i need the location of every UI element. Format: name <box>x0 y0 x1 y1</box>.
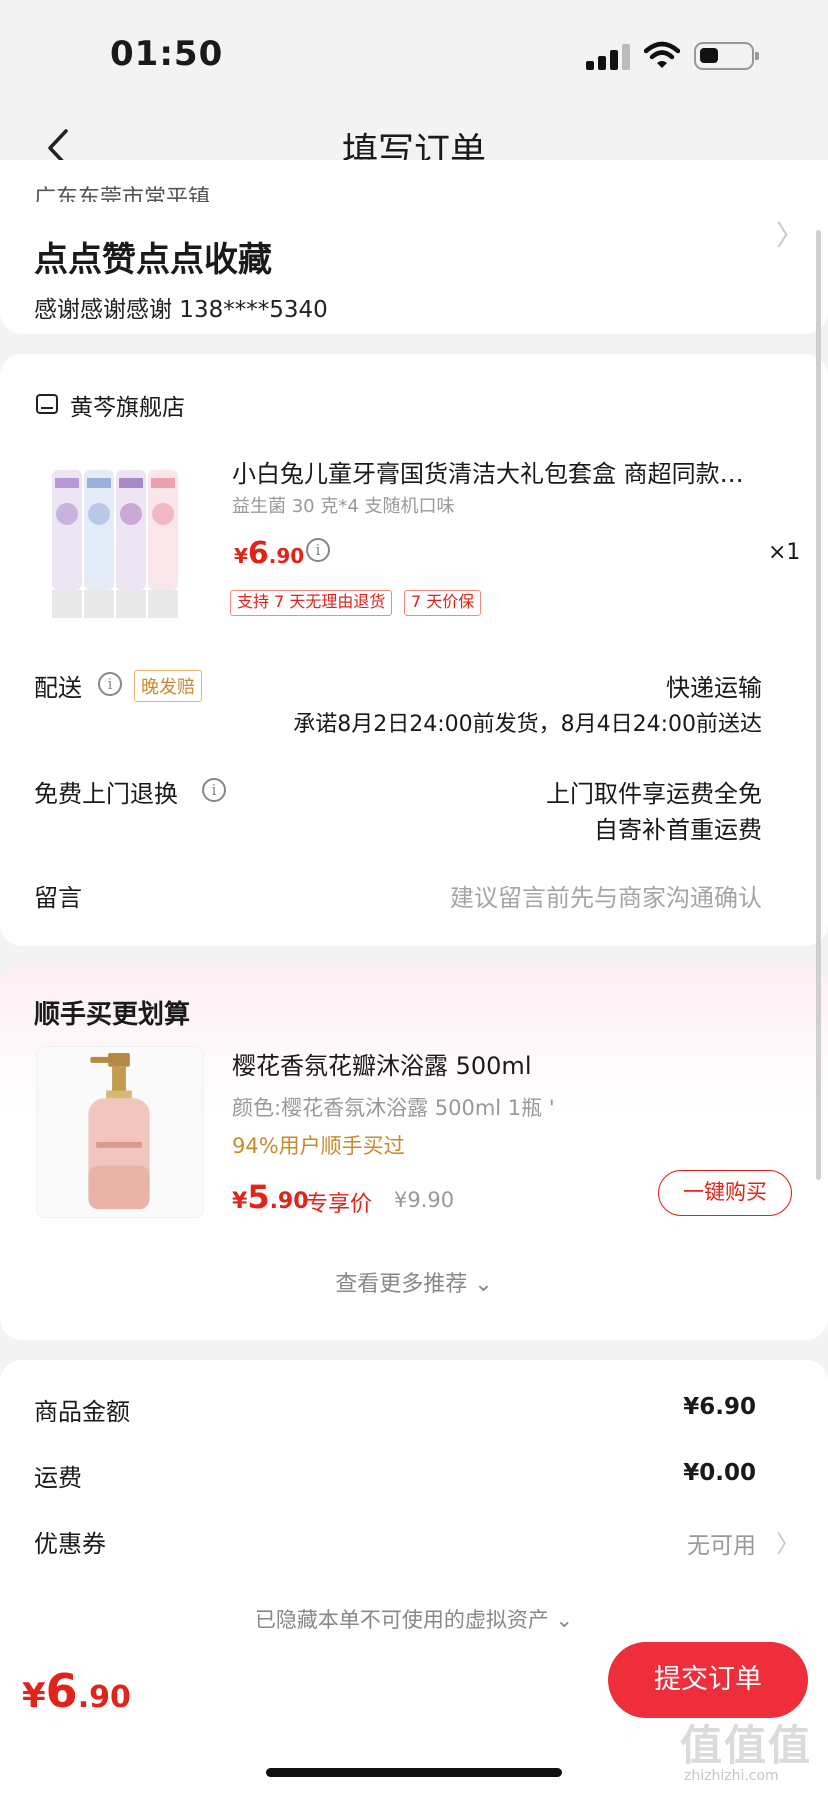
delivery-promise: 承诺8月2日24:00前发货，8月4日24:00前送达 <box>293 712 762 737</box>
see-more-label: 查看更多推荐 <box>335 1272 468 1297</box>
upsell-title: 顺手买更划算 <box>34 1000 191 1030</box>
summary-label-goods: 商品金额 <box>34 1398 130 1426</box>
chevron-down-icon: ⌄ <box>555 1608 574 1632</box>
product-image[interactable] <box>46 456 186 626</box>
upsell-name[interactable]: 樱花香氛花瓣沐浴露 500ml <box>232 1046 531 1081</box>
message-label: 留言 <box>34 884 82 912</box>
summary-label-shipping: 运费 <box>34 1464 82 1492</box>
late-compensation-badge: 晚发赔 <box>134 670 202 702</box>
summary-value-shipping: ¥0.00 <box>683 1460 756 1486</box>
tag-return-policy: 支持 7 天无理由退货 <box>230 590 393 616</box>
one-click-buy-button[interactable]: 一键购买 <box>658 1170 792 1216</box>
status-time: 01:50 <box>110 34 224 74</box>
address-region: 广东东莞市常平镇 <box>34 186 211 202</box>
info-icon[interactable]: i <box>306 538 330 562</box>
delivery-label: 配送 <box>34 674 82 702</box>
summary-value-goods: ¥6.90 <box>683 1394 756 1420</box>
upsell-stat: 94%用户顺手买过 <box>232 1134 405 1158</box>
order-total: ¥6.90 <box>22 1664 131 1718</box>
return-label: 免费上门退换 <box>34 780 178 808</box>
submit-order-button[interactable]: 提交订单 <box>608 1642 808 1718</box>
upsell-spec: 颜色:樱花香氛沐浴露 500ml 1瓶 ' <box>232 1096 555 1120</box>
summary-label-coupon: 优惠券 <box>34 1530 106 1558</box>
hidden-assets-label: 已隐藏本单不可使用的虚拟资产 <box>254 1608 549 1632</box>
return-line2: 自寄补首重运费 <box>594 816 762 844</box>
info-icon[interactable]: i <box>202 778 226 802</box>
battery-icon <box>694 42 759 70</box>
tag-price-protect: 7 天价保 <box>404 590 482 616</box>
coupon-value[interactable]: 无可用 <box>687 1526 756 1560</box>
signal-icon <box>586 44 630 70</box>
product-price: ¥6.90 <box>234 536 305 571</box>
store-icon <box>36 394 58 414</box>
chevron-right-icon[interactable]: 〉 <box>776 214 804 254</box>
address-contact: 感谢感谢感谢 138****5340 <box>34 297 328 323</box>
upsell-price: ¥5.90 <box>232 1178 309 1216</box>
chevron-down-icon: ⌄ <box>474 1272 493 1297</box>
return-line1: 上门取件享运费全免 <box>546 780 762 808</box>
chevron-right-icon[interactable]: 〉 <box>776 1524 800 1559</box>
watermark-url: zhizhizhi.com <box>684 1768 779 1784</box>
store-name[interactable]: 黄芩旗舰店 <box>70 388 185 422</box>
info-icon[interactable]: i <box>98 672 122 696</box>
original-price: ¥9.90 <box>394 1188 455 1212</box>
product-spec: 益生菌 30 克*4 支随机口味 <box>232 496 455 517</box>
watermark: 值值值 <box>680 1721 813 1770</box>
home-indicator[interactable] <box>266 1768 562 1777</box>
upsell-product-image[interactable] <box>36 1046 204 1218</box>
address-name: 点点赞点点收藏 <box>34 240 272 280</box>
wifi-icon <box>644 41 680 68</box>
message-input[interactable]: 建议留言前先与商家沟通确认 <box>450 878 762 913</box>
see-more-recommendations[interactable]: 查看更多推荐 ⌄ <box>0 1266 828 1298</box>
product-title[interactable]: 小白兔儿童牙膏国货清洁大礼包套盒 商超同款… <box>232 454 772 489</box>
store-card <box>0 354 828 946</box>
delivery-method: 快递运输 <box>666 674 762 702</box>
hidden-assets-toggle[interactable]: 已隐藏本单不可使用的虚拟资产 ⌄ <box>0 1604 828 1634</box>
scrollbar[interactable] <box>816 230 821 1180</box>
exclusive-price-label: 专享价 <box>306 1192 373 1217</box>
product-quantity: ×1 <box>768 540 801 565</box>
